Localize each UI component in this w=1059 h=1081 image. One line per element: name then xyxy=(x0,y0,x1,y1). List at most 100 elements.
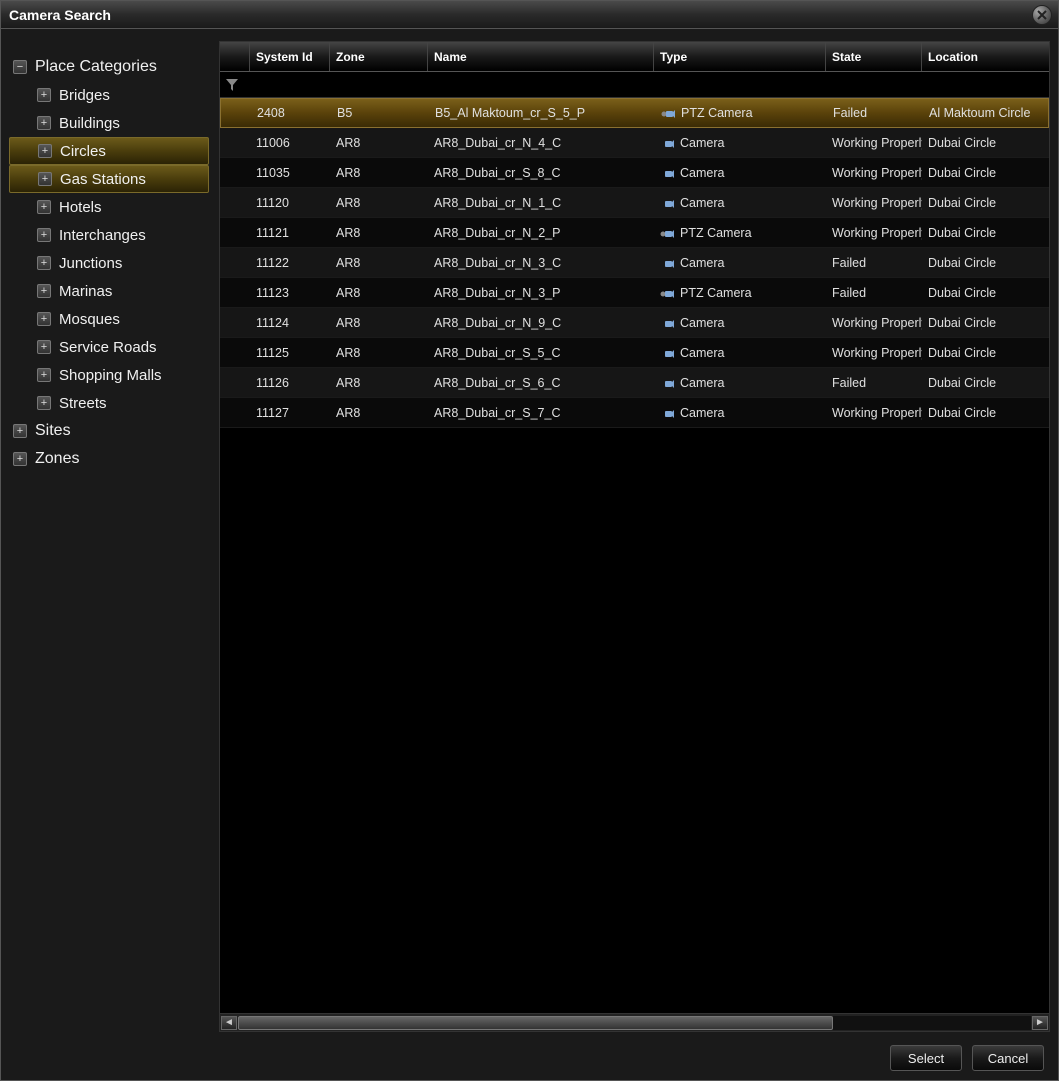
close-icon xyxy=(1037,8,1047,23)
scroll-right-arrow[interactable]: ► xyxy=(1032,1016,1048,1030)
cell-state: Failed xyxy=(826,376,922,390)
tree-item-streets[interactable]: + Streets xyxy=(9,389,209,417)
expand-icon[interactable]: + xyxy=(37,396,51,410)
expand-icon[interactable]: + xyxy=(13,452,27,466)
table-row[interactable]: 11123AR8AR8_Dubai_cr_N_3_PPTZ CameraFail… xyxy=(220,278,1049,308)
camera-icon xyxy=(660,318,674,328)
expand-icon[interactable]: + xyxy=(37,284,51,298)
cancel-button[interactable]: Cancel xyxy=(972,1045,1044,1071)
cell-system-id: 11123 xyxy=(250,286,330,300)
tree-item-buildings[interactable]: + Buildings xyxy=(9,109,209,137)
cell-state: Failed xyxy=(826,286,922,300)
dialog-footer: Select Cancel xyxy=(1,1036,1058,1080)
scroll-thumb[interactable] xyxy=(238,1016,833,1030)
filter-row[interactable] xyxy=(220,72,1049,98)
tree-item-place-categories[interactable]: −Place Categories xyxy=(9,53,209,81)
cell-type-label: Camera xyxy=(680,316,724,330)
col-header-system-id[interactable]: System Id xyxy=(250,42,330,71)
cell-location: Dubai Circle xyxy=(922,376,1049,390)
tree-item-circles[interactable]: + Circles xyxy=(9,137,209,165)
cell-type: Camera xyxy=(654,256,826,270)
table-row[interactable]: 11121AR8AR8_Dubai_cr_N_2_PPTZ CameraWork… xyxy=(220,218,1049,248)
tree-item-service-roads[interactable]: +Service Roads xyxy=(9,333,209,361)
camera-icon xyxy=(660,168,674,178)
expand-icon[interactable]: + xyxy=(37,340,51,354)
tree-item-label: Streets xyxy=(59,395,107,412)
col-header-state[interactable]: State xyxy=(826,42,922,71)
tree-item-label: Buildings xyxy=(59,115,120,132)
col-header-zone[interactable]: Zone xyxy=(330,42,428,71)
cell-name: AR8_Dubai_cr_S_8_C xyxy=(428,166,654,180)
cell-zone: AR8 xyxy=(330,286,428,300)
cell-zone: AR8 xyxy=(330,346,428,360)
select-button[interactable]: Select xyxy=(890,1045,962,1071)
table-row[interactable]: 11125AR8AR8_Dubai_cr_S_5_CCameraWorking … xyxy=(220,338,1049,368)
col-header-location[interactable]: Location xyxy=(922,42,1050,71)
cell-system-id: 11126 xyxy=(250,376,330,390)
tree-item-gas-stations[interactable]: +Gas Stations xyxy=(9,165,209,193)
expand-icon[interactable]: + xyxy=(37,88,51,102)
expand-icon[interactable]: + xyxy=(37,312,51,326)
col-header-type[interactable]: Type xyxy=(654,42,826,71)
expand-icon[interactable]: + xyxy=(37,200,51,214)
tree-item-label: Bridges xyxy=(59,87,110,104)
cell-type: Camera xyxy=(654,136,826,150)
cell-type: Camera xyxy=(654,346,826,360)
camera-icon xyxy=(660,258,674,268)
collapse-icon[interactable]: − xyxy=(13,60,27,74)
table-row[interactable]: 11120AR8AR8_Dubai_cr_N_1_CCameraWorking … xyxy=(220,188,1049,218)
table-row[interactable]: 11124AR8AR8_Dubai_cr_N_9_CCameraWorking … xyxy=(220,308,1049,338)
horizontal-scrollbar[interactable]: ◄ ► xyxy=(220,1013,1049,1031)
table-row[interactable]: 11126AR8AR8_Dubai_cr_S_6_CCameraFailedDu… xyxy=(220,368,1049,398)
ptz-camera-icon xyxy=(660,288,674,298)
camera-icon xyxy=(660,378,674,388)
expand-icon[interactable]: + xyxy=(38,144,52,158)
table-row[interactable]: 11035AR8AR8_Dubai_cr_S_8_CCameraWorking … xyxy=(220,158,1049,188)
tree-item-bridges[interactable]: + Bridges xyxy=(9,81,209,109)
tree-item-junctions[interactable]: +Junctions xyxy=(9,249,209,277)
cell-type: Camera xyxy=(654,316,826,330)
tree-item-interchanges[interactable]: +Interchanges xyxy=(9,221,209,249)
camera-icon xyxy=(660,198,674,208)
cell-type-label: PTZ Camera xyxy=(681,106,753,120)
tree-item-label: Circles xyxy=(60,143,106,160)
cell-state: Working Properly xyxy=(826,136,922,150)
cell-name: AR8_Dubai_cr_N_4_C xyxy=(428,136,654,150)
tree-item-label: Zones xyxy=(35,450,79,468)
tree-item-sites[interactable]: +Sites xyxy=(9,417,209,445)
scroll-track[interactable] xyxy=(238,1016,1031,1030)
scroll-left-arrow[interactable]: ◄ xyxy=(221,1016,237,1030)
expand-icon[interactable]: + xyxy=(37,228,51,242)
cell-name: AR8_Dubai_cr_S_7_C xyxy=(428,406,654,420)
expand-icon[interactable]: + xyxy=(13,424,27,438)
cell-location: Dubai Circle xyxy=(922,256,1049,270)
row-selector-header[interactable] xyxy=(220,42,250,71)
col-header-name[interactable]: Name xyxy=(428,42,654,71)
table-row[interactable]: 2408B5B5_Al Maktoum_cr_S_5_PPTZ CameraFa… xyxy=(220,98,1049,128)
close-button[interactable] xyxy=(1032,5,1052,25)
cell-system-id: 11120 xyxy=(250,196,330,210)
cell-state: Working Properly xyxy=(826,226,922,240)
cell-state: Working Properly xyxy=(826,196,922,210)
expand-icon[interactable]: + xyxy=(37,256,51,270)
expand-icon[interactable]: + xyxy=(38,172,52,186)
cell-type: PTZ Camera xyxy=(655,106,827,120)
table-row[interactable]: 11127AR8AR8_Dubai_cr_S_7_CCameraWorking … xyxy=(220,398,1049,428)
tree-item-marinas[interactable]: +Marinas xyxy=(9,277,209,305)
cell-system-id: 2408 xyxy=(251,106,331,120)
tree-item-shopping-malls[interactable]: +Shopping Malls xyxy=(9,361,209,389)
tree-item-mosques[interactable]: +Mosques xyxy=(9,305,209,333)
cell-zone: AR8 xyxy=(330,406,428,420)
titlebar: Camera Search xyxy=(1,1,1058,29)
expand-icon[interactable]: + xyxy=(37,368,51,382)
cell-location: Dubai Circle xyxy=(922,286,1049,300)
cell-location: Dubai Circle xyxy=(922,346,1049,360)
table-row[interactable]: 11122AR8AR8_Dubai_cr_N_3_CCameraFailedDu… xyxy=(220,248,1049,278)
expand-icon[interactable]: + xyxy=(37,116,51,130)
table-row[interactable]: 11006AR8AR8_Dubai_cr_N_4_CCameraWorking … xyxy=(220,128,1049,158)
cell-state: Working Properly xyxy=(826,316,922,330)
filter-icon[interactable] xyxy=(220,79,244,91)
cell-zone: AR8 xyxy=(330,376,428,390)
tree-item-zones[interactable]: + Zones xyxy=(9,445,209,473)
tree-item-hotels[interactable]: +Hotels xyxy=(9,193,209,221)
